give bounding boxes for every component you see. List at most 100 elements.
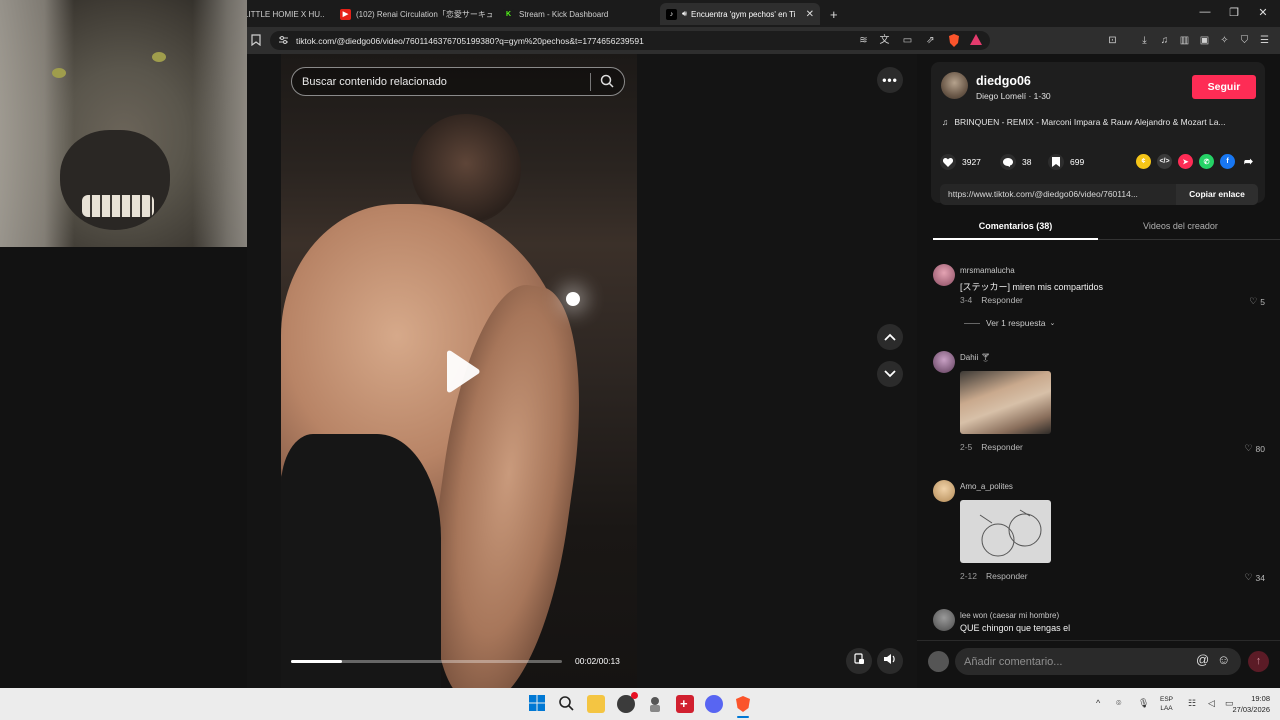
- speaker-icon: 🔊︎: [682, 9, 688, 18]
- comment-username[interactable]: lee won (caesar mi hombre): [960, 611, 1059, 620]
- new-tab-button[interactable]: +: [824, 3, 844, 25]
- whatsapp-icon[interactable]: ✆: [1199, 154, 1214, 169]
- comment-username[interactable]: Dahii 🍸︎: [960, 353, 991, 362]
- sidebar-icon[interactable]: ▥: [1178, 34, 1191, 47]
- comment-image[interactable]: [960, 371, 1051, 434]
- mention-icon[interactable]: @: [1196, 652, 1209, 667]
- reply-button[interactable]: Responder: [981, 295, 1023, 305]
- avatar[interactable]: [933, 480, 955, 502]
- view-replies-label: Ver 1 respuesta: [986, 318, 1046, 328]
- emoji-icon[interactable]: ☺: [1217, 652, 1230, 667]
- avatar[interactable]: [933, 609, 955, 631]
- bookmark-icon[interactable]: [249, 34, 262, 47]
- chevron-down-icon: ⌄: [1049, 320, 1056, 327]
- copy-link-button[interactable]: Copiar enlace: [1176, 184, 1258, 205]
- view-replies-button[interactable]: Ver 1 respuesta ⌄: [964, 318, 1055, 328]
- more-dots-icon: •••: [882, 73, 898, 87]
- comment-username[interactable]: mrsmamalucha: [960, 266, 1015, 275]
- play-button[interactable]: [443, 350, 481, 399]
- avatar[interactable]: [941, 72, 968, 99]
- coin-share-icon[interactable]: ¢: [1136, 154, 1151, 169]
- search-icon[interactable]: [558, 695, 576, 713]
- file-explorer-icon[interactable]: [587, 695, 605, 713]
- music-link[interactable]: ♫ BRINQUEN - REMIX - Marconi Impara & Rau…: [942, 117, 1258, 127]
- engagement-stats: 3927 38 699 ¢ </> ➤ ✆ f ➦: [940, 152, 1260, 172]
- avatar[interactable]: [933, 351, 955, 373]
- embed-icon[interactable]: </>: [1157, 154, 1172, 169]
- download-icon[interactable]: ⤓: [1138, 34, 1151, 47]
- tab-comments[interactable]: Comentarios (38): [933, 221, 1098, 231]
- creator-username[interactable]: diedgo06: [976, 74, 1031, 88]
- app-icon[interactable]: [646, 695, 664, 713]
- vpn-icon[interactable]: ⛉: [1238, 34, 1251, 47]
- search-icon[interactable]: [600, 74, 614, 91]
- send-comment-button[interactable]: ↑: [1248, 651, 1269, 672]
- brave-browser-icon[interactable]: [734, 695, 752, 718]
- like-button[interactable]: 3927: [940, 154, 981, 170]
- comment-text: QUE chingon que tengas el: [960, 623, 1071, 633]
- speaker-icon[interactable]: ◁: [1208, 698, 1215, 709]
- obs-icon[interactable]: [617, 692, 638, 713]
- progress-fill: [291, 660, 343, 663]
- comment-like-button[interactable]: ♡ 80: [1244, 443, 1265, 454]
- search-placeholder: Buscar contenido relacionado: [302, 76, 447, 88]
- video-progress-bar[interactable]: [291, 660, 562, 663]
- tab-creator-videos[interactable]: Videos del creador: [1098, 221, 1263, 231]
- share-link-text[interactable]: https://www.tiktok.com/@diedgo06/video/7…: [948, 189, 1170, 199]
- comment-like-button[interactable]: ♡ 34: [1244, 572, 1265, 583]
- browser-tab-spotify[interactable]: LITTLE HOMIE X HU..: [238, 3, 330, 25]
- restore-icon[interactable]: ❐: [1219, 6, 1249, 19]
- browser-tab-youtube[interactable]: ▶ (102) Renai Circulation「恋愛サーキュレ: [334, 3, 492, 25]
- save-button[interactable]: 699: [1048, 154, 1084, 170]
- more-options-button[interactable]: •••: [877, 67, 903, 93]
- share-page-icon[interactable]: ⇗: [924, 34, 937, 47]
- comment-icon: [1000, 154, 1016, 170]
- system-clock[interactable]: 19:08 27/03/2026: [1232, 693, 1270, 715]
- share-arrow-icon[interactable]: ➦: [1241, 154, 1256, 169]
- browser-tab-kick[interactable]: K Stream - Kick Dashboard: [497, 3, 655, 25]
- panel-tabs: Comentarios (38) Videos del creador: [933, 216, 1280, 240]
- media-icon[interactable]: ♫: [1158, 34, 1171, 47]
- comment-username[interactable]: Amo_a_polites: [960, 482, 1013, 491]
- wallet-icon[interactable]: ▣: [1198, 34, 1211, 47]
- comment-button[interactable]: 38: [1000, 154, 1031, 170]
- send-to-friends-icon[interactable]: ➤: [1178, 154, 1193, 169]
- language-indicator[interactable]: ESP LAA: [1160, 695, 1173, 713]
- brave-shields-icon[interactable]: [947, 34, 960, 47]
- comment-item: Amo_a_polites 2-12 Responder ♡ 34: [933, 480, 1268, 590]
- site-settings-icon[interactable]: [278, 35, 289, 47]
- facebook-icon[interactable]: f: [1220, 154, 1235, 169]
- network-icon[interactable]: ⌾: [1116, 698, 1121, 709]
- menu-icon[interactable]: ☰: [1258, 34, 1271, 47]
- floating-player-button[interactable]: [846, 648, 872, 674]
- tray-overflow-icon[interactable]: ^: [1096, 698, 1100, 708]
- browser-tab-tiktok[interactable]: ♪ 🔊︎ Encuentra 'gym pechos' en Ti ✕: [660, 3, 820, 25]
- window-close-icon[interactable]: ✕: [1248, 6, 1278, 19]
- reply-button[interactable]: Responder: [981, 442, 1023, 452]
- avatar[interactable]: [933, 264, 955, 286]
- microphone-icon[interactable]: 🎙︎: [1138, 698, 1149, 709]
- translate-icon[interactable]: 文: [878, 34, 891, 47]
- cocktail-emoji-icon: 🍸︎: [980, 353, 991, 362]
- comment-image[interactable]: [960, 500, 1051, 563]
- previous-video-button[interactable]: [877, 324, 903, 350]
- brave-rewards-icon[interactable]: [969, 34, 982, 47]
- reply-button[interactable]: Responder: [986, 571, 1028, 581]
- leo-ai-icon[interactable]: ✧: [1218, 34, 1231, 47]
- next-video-button[interactable]: [877, 361, 903, 387]
- app-red-icon[interactable]: +: [676, 695, 694, 713]
- windows-start-icon[interactable]: [529, 695, 547, 713]
- comment-like-button[interactable]: ♡ 5: [1249, 296, 1265, 307]
- reader-mode-icon[interactable]: ≋: [857, 34, 870, 47]
- minimize-icon[interactable]: —: [1190, 6, 1220, 18]
- wifi-icon[interactable]: ☷: [1188, 698, 1196, 709]
- discord-icon[interactable]: [705, 695, 723, 713]
- volume-button[interactable]: [877, 648, 903, 674]
- cast-icon[interactable]: ▭: [901, 34, 914, 47]
- related-search-input[interactable]: Buscar contenido relacionado: [291, 67, 625, 96]
- screenshot-icon[interactable]: ⊡: [1106, 34, 1119, 47]
- close-tab-icon[interactable]: ✕: [806, 9, 814, 20]
- avatar: [928, 651, 949, 672]
- follow-button[interactable]: Seguir: [1192, 75, 1256, 99]
- comment-item: mrsmamalucha [ステッカー] miren mis compartid…: [933, 264, 1268, 330]
